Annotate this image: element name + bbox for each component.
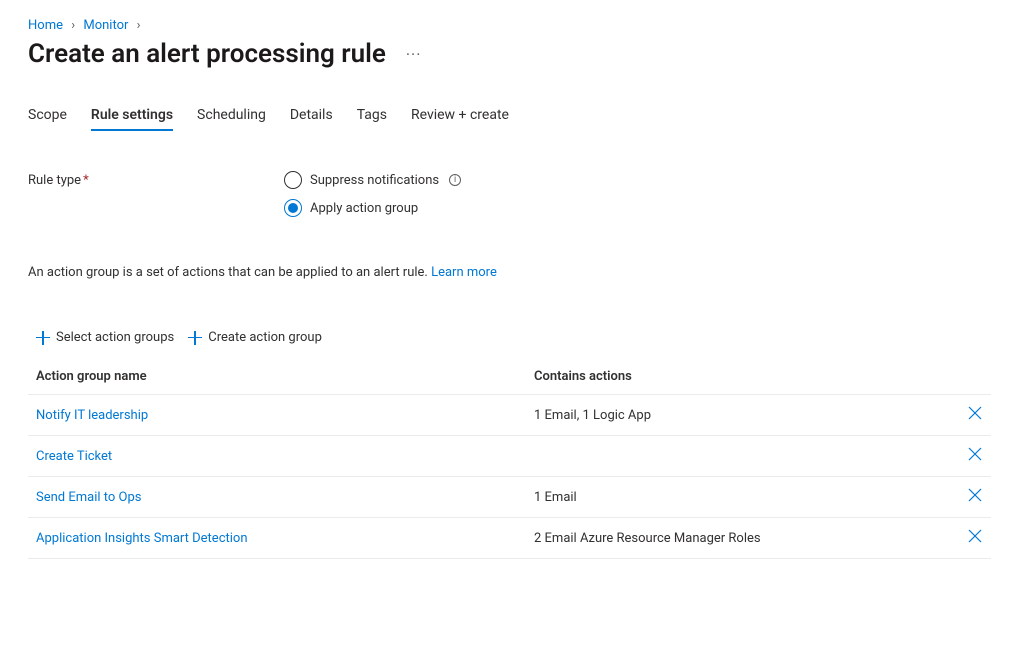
close-icon[interactable] <box>967 405 983 421</box>
tab-scheduling[interactable]: Scheduling <box>197 107 266 131</box>
radio-icon-selected <box>284 199 302 217</box>
radio-apply-action-group[interactable]: Apply action group <box>284 197 461 219</box>
contains-actions-cell: 2 Email Azure Resource Manager Roles <box>534 531 955 546</box>
info-icon[interactable]: i <box>449 174 461 186</box>
chevron-right-icon: › <box>71 18 75 33</box>
page-title: Create an alert processing rule <box>28 39 386 69</box>
action-group-link[interactable]: Create Ticket <box>36 449 112 464</box>
tab-rule-settings[interactable]: Rule settings <box>91 107 173 131</box>
radio-icon-unselected <box>284 171 302 189</box>
breadcrumb-home[interactable]: Home <box>28 18 63 33</box>
close-icon[interactable] <box>967 446 983 462</box>
create-action-group-button[interactable]: Create action group <box>188 330 322 345</box>
plus-icon <box>36 331 50 345</box>
action-group-link[interactable]: Notify IT leadership <box>36 408 148 423</box>
radio-suppress-notifications[interactable]: Suppress notifications i <box>284 169 461 191</box>
action-group-link[interactable]: Send Email to Ops <box>36 490 141 505</box>
tabs: Scope Rule settings Scheduling Details T… <box>28 107 991 131</box>
chevron-right-icon: › <box>137 18 141 33</box>
action-group-link[interactable]: Application Insights Smart Detection <box>36 531 248 546</box>
table-row: Create Ticket <box>28 436 991 477</box>
tab-details[interactable]: Details <box>290 107 333 131</box>
radio-label: Apply action group <box>310 201 418 216</box>
plus-icon <box>188 331 202 345</box>
learn-more-link[interactable]: Learn more <box>431 265 497 280</box>
close-icon[interactable] <box>967 487 983 503</box>
table-row: Send Email to Ops 1 Email <box>28 477 991 518</box>
breadcrumb: Home › Monitor › <box>28 18 991 33</box>
contains-actions-cell: 1 Email <box>534 490 955 505</box>
action-groups-table: Action group name Contains actions Notif… <box>28 359 991 559</box>
tab-tags[interactable]: Tags <box>357 107 387 131</box>
table-row: Notify IT leadership 1 Email, 1 Logic App <box>28 395 991 436</box>
breadcrumb-monitor[interactable]: Monitor <box>83 18 128 33</box>
contains-actions-cell: 1 Email, 1 Logic App <box>534 408 955 423</box>
select-action-groups-button[interactable]: Select action groups <box>36 330 174 345</box>
tab-scope[interactable]: Scope <box>28 107 67 131</box>
tab-review-create[interactable]: Review + create <box>411 107 509 131</box>
table-header-name: Action group name <box>36 369 534 384</box>
description-text: An action group is a set of actions that… <box>28 265 991 280</box>
radio-label: Suppress notifications <box>310 173 439 188</box>
close-icon[interactable] <box>967 528 983 544</box>
rule-type-label: Rule type* <box>28 169 284 188</box>
table-header-contains: Contains actions <box>534 369 983 384</box>
more-icon[interactable]: ··· <box>406 45 422 64</box>
table-row: Application Insights Smart Detection 2 Em… <box>28 518 991 559</box>
